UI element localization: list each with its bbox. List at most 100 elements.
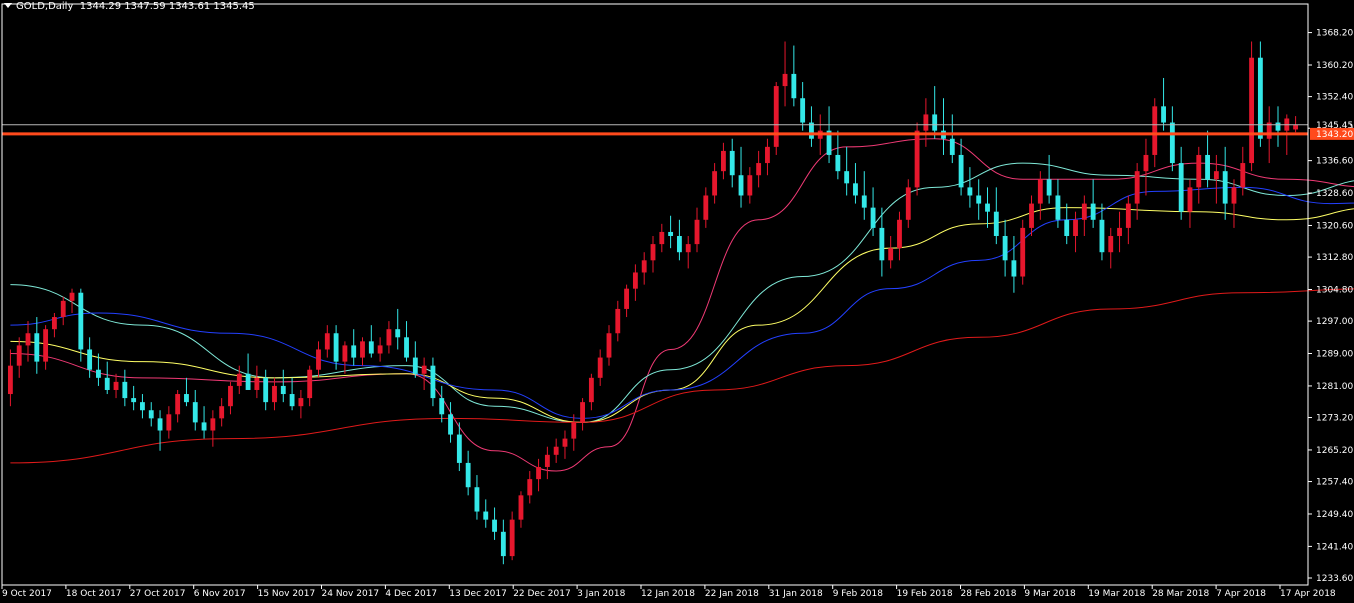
candle — [360, 337, 365, 366]
candle-body — [1178, 163, 1184, 212]
candle — [377, 337, 383, 362]
candle-body — [272, 385, 277, 403]
candle — [1002, 219, 1008, 277]
moving-average-ma_long — [10, 288, 1354, 464]
candle-body — [1108, 236, 1114, 253]
x-tick-label: 9 Oct 2017 — [2, 589, 52, 599]
candle — [756, 150, 762, 188]
candle-body — [870, 207, 876, 228]
candle-body — [439, 398, 445, 415]
price-axis: 1368.201360.201352.401344.601336.601328.… — [1, 3, 1354, 599]
candle — [122, 369, 128, 407]
candle-body — [509, 519, 515, 557]
candle — [1020, 219, 1026, 285]
candle — [219, 398, 225, 427]
candle-body — [773, 86, 779, 147]
candle-body — [703, 195, 709, 220]
x-tick-label: 24 Nov 2017 — [322, 589, 380, 599]
candle-body — [782, 73, 788, 87]
candle-body — [307, 369, 313, 399]
candle — [650, 236, 656, 273]
candle-body — [597, 357, 603, 378]
candle-body — [861, 195, 867, 208]
price-tag-label: 1343.20 — [1316, 130, 1353, 140]
candle — [668, 215, 674, 249]
candle-body — [1125, 203, 1131, 228]
candle-body — [16, 345, 22, 366]
candle-body — [1231, 187, 1237, 204]
candle-body — [712, 171, 718, 196]
candle — [949, 114, 955, 164]
price-chart[interactable]: 1368.201360.201352.401344.601336.601328.… — [0, 0, 1354, 603]
candle — [140, 394, 145, 419]
candle-body — [316, 349, 321, 370]
candle-body — [148, 410, 154, 419]
candle-body — [1117, 227, 1122, 237]
candle-body — [1055, 195, 1061, 220]
x-tick-label: 22 Dec 2017 — [513, 589, 571, 599]
candle-body — [1029, 203, 1034, 228]
close-value: 1345.45 — [213, 1, 255, 12]
moving-average-ma_blue — [10, 186, 1354, 419]
candle-body — [43, 329, 49, 362]
candle — [7, 349, 13, 407]
candle — [1073, 211, 1078, 253]
candle-body — [562, 438, 568, 447]
candle — [606, 325, 612, 366]
candle-body — [184, 394, 189, 403]
open-value: 1344.29 — [79, 1, 122, 12]
candle-body — [342, 345, 348, 362]
candle — [148, 402, 154, 427]
x-tick-label: 7 Apr 2018 — [1216, 589, 1266, 599]
candle-body — [351, 345, 357, 358]
candle — [941, 98, 946, 155]
candle — [43, 325, 49, 370]
candle-body — [544, 454, 550, 467]
x-tick-label: 31 Jan 2018 — [769, 589, 823, 599]
candle-body — [1099, 219, 1105, 253]
chevron-down-icon[interactable] — [4, 3, 12, 8]
candle-body — [659, 231, 665, 245]
candle — [25, 321, 31, 362]
x-tick-label: 13 Dec 2017 — [449, 589, 507, 599]
candle-body — [958, 154, 964, 188]
candle-body — [1213, 171, 1219, 180]
candle-body — [1143, 154, 1149, 172]
candle-body — [456, 434, 462, 463]
candle — [1275, 106, 1281, 147]
x-tick-label: 17 Apr 2018 — [1280, 589, 1336, 599]
candle-body — [166, 414, 172, 431]
candle — [236, 365, 242, 395]
candle — [685, 236, 691, 269]
candle-body — [1293, 124, 1299, 130]
candle — [905, 179, 911, 228]
candle — [641, 252, 647, 285]
candle — [1187, 179, 1193, 228]
candle-body — [580, 402, 585, 423]
candle-body — [641, 260, 647, 273]
candle-body — [113, 381, 119, 390]
candle — [853, 163, 858, 204]
x-tick-label: 9 Mar 2018 — [1024, 589, 1076, 599]
candle-body — [765, 146, 770, 164]
candle — [624, 284, 630, 318]
candle-body — [474, 487, 480, 512]
moving-average-ma_yellow — [10, 207, 1354, 423]
candle-body — [25, 333, 31, 346]
candle — [536, 458, 541, 492]
y-tick-label: 1249.40 — [1316, 510, 1353, 520]
candle-body — [1222, 171, 1228, 204]
candle — [51, 312, 57, 338]
candle-body — [201, 422, 207, 431]
candle-body — [483, 511, 489, 520]
candle — [96, 353, 101, 386]
candle — [184, 377, 189, 407]
candle-body — [131, 398, 137, 403]
y-tick-label: 1312.80 — [1316, 253, 1353, 263]
candle-body — [923, 114, 929, 131]
candle — [1143, 138, 1149, 196]
candle-body — [324, 333, 330, 350]
y-tick-label: 1273.20 — [1316, 414, 1353, 424]
candle-body — [888, 248, 894, 261]
candle-body — [1002, 236, 1008, 261]
